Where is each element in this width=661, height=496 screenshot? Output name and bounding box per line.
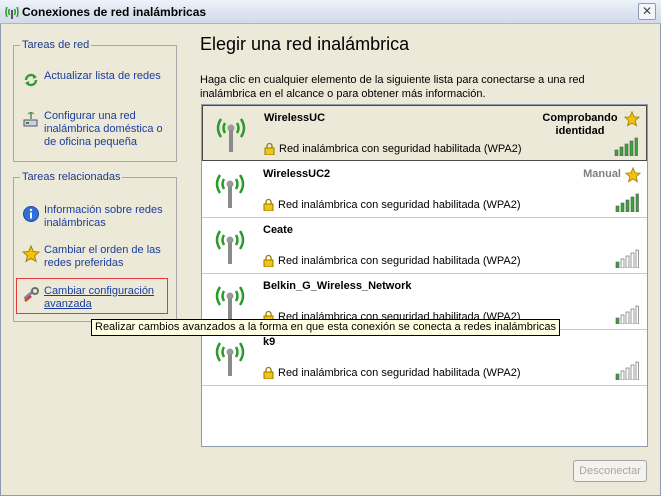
signal-strength-icon xyxy=(615,305,639,324)
wireless-antenna-icon xyxy=(215,174,245,208)
signal-strength-icon xyxy=(615,361,639,380)
info-icon xyxy=(23,206,39,222)
lock-icon xyxy=(263,366,274,379)
security-label: Red inalámbrica con seguridad habilitada… xyxy=(279,143,522,155)
focus-highlight xyxy=(16,278,168,314)
wireless-antenna-icon xyxy=(215,286,245,320)
network-name: WirelessUC xyxy=(264,112,326,124)
lock-icon xyxy=(263,254,274,267)
refresh-icon xyxy=(24,73,38,87)
disconnect-button[interactable]: Desconectar xyxy=(573,460,647,482)
wireless-antenna-icon xyxy=(215,230,245,264)
network-name: k9 xyxy=(263,336,276,348)
panel-title: Tareas de red xyxy=(20,39,92,51)
network-status: Manual xyxy=(583,168,621,180)
wireless-antenna-icon xyxy=(216,118,246,152)
security-label: Red inalámbrica con seguridad habilitada… xyxy=(278,199,521,211)
window-title: Conexiones de red inalámbricas xyxy=(22,5,207,19)
task-label: Cambiar el orden de las redes preferidas xyxy=(44,244,161,269)
network-list[interactable]: WirelessUC Comprobando identidad Red ina… xyxy=(201,104,648,447)
network-item[interactable]: WirelessUC2 Manual Red inalámbrica con s… xyxy=(202,162,647,218)
change-preferred-order-link[interactable]: Cambiar el orden de las redes preferidas xyxy=(22,244,172,270)
wireless-connection-icon xyxy=(5,6,19,19)
network-name: WirelessUC2 xyxy=(263,168,331,180)
signal-strength-icon xyxy=(615,193,639,212)
task-label: Configurar una red inalámbrica doméstica… xyxy=(44,110,163,148)
network-item[interactable]: Ceate Red inalámbrica con seguridad habi… xyxy=(202,218,647,274)
refresh-network-list-link[interactable]: Actualizar lista de redes xyxy=(22,70,172,89)
lock-icon xyxy=(263,198,274,211)
network-name: Belkin_G_Wireless_Network xyxy=(263,280,412,292)
security-label: Red inalámbrica con seguridad habilitada… xyxy=(278,367,521,379)
task-label: Actualizar lista de redes xyxy=(44,70,161,82)
lock-icon xyxy=(264,142,275,155)
network-name: Ceate xyxy=(263,224,293,236)
wireless-antenna-icon xyxy=(215,342,245,376)
wireless-info-link[interactable]: Información sobre redes inalámbricas xyxy=(22,204,172,230)
network-item[interactable]: k9 Red inalámbrica con seguridad habilit… xyxy=(202,330,647,386)
tooltip: Realizar cambios avanzados a la forma en… xyxy=(91,319,561,336)
close-icon: ✕ xyxy=(641,4,653,18)
star-icon xyxy=(22,245,40,263)
close-button[interactable]: ✕ xyxy=(638,3,656,20)
signal-strength-icon xyxy=(614,137,638,156)
preferred-star-icon xyxy=(624,111,640,127)
setup-home-network-link[interactable]: Configurar una red inalámbrica doméstica… xyxy=(22,110,172,149)
network-tasks-panel: Tareas de red Actualizar lista de redes … xyxy=(13,39,177,162)
title-bar: Conexiones de red inalámbricas ✕ xyxy=(0,0,661,24)
network-item[interactable]: WirelessUC Comprobando identidad Red ina… xyxy=(202,105,647,161)
preferred-star-icon xyxy=(625,167,641,183)
security-label: Red inalámbrica con seguridad habilitada… xyxy=(278,255,521,267)
panel-title: Tareas relacionadas xyxy=(20,171,123,183)
page-title: Elegir una red inalámbrica xyxy=(200,34,410,54)
page-description: Haga clic en cualquier elemento de la si… xyxy=(200,74,585,100)
network-status: Comprobando identidad xyxy=(542,112,618,137)
task-label: Información sobre redes inalámbricas xyxy=(44,204,163,229)
signal-strength-icon xyxy=(615,249,639,268)
wireless-setup-icon xyxy=(23,112,38,127)
